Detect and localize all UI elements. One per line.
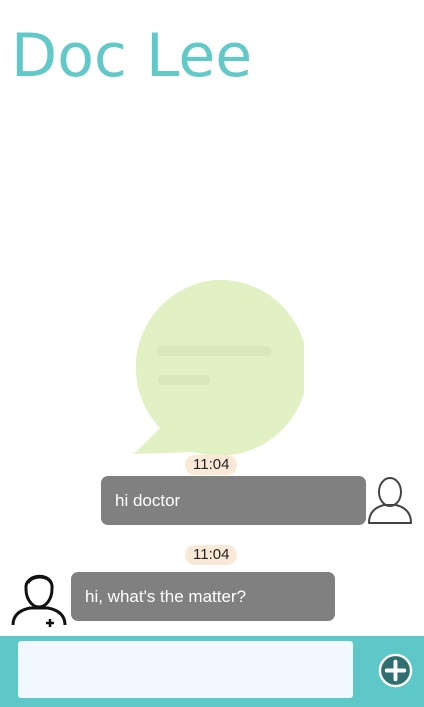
- message-bubble-incoming[interactable]: hi, what's the matter?: [71, 572, 335, 621]
- page-title: Doc Lee: [11, 21, 253, 91]
- doctor-icon[interactable]: [10, 567, 68, 627]
- message-bubble-outgoing[interactable]: hi doctor: [101, 476, 366, 525]
- plus-circle-icon[interactable]: [378, 653, 413, 688]
- chat-bubble-icon: [134, 279, 304, 456]
- user-outline-icon[interactable]: [366, 474, 414, 526]
- message-input[interactable]: [18, 641, 353, 698]
- message-timestamp: 11:04: [185, 455, 238, 475]
- message-timestamp: 11:04: [185, 545, 238, 565]
